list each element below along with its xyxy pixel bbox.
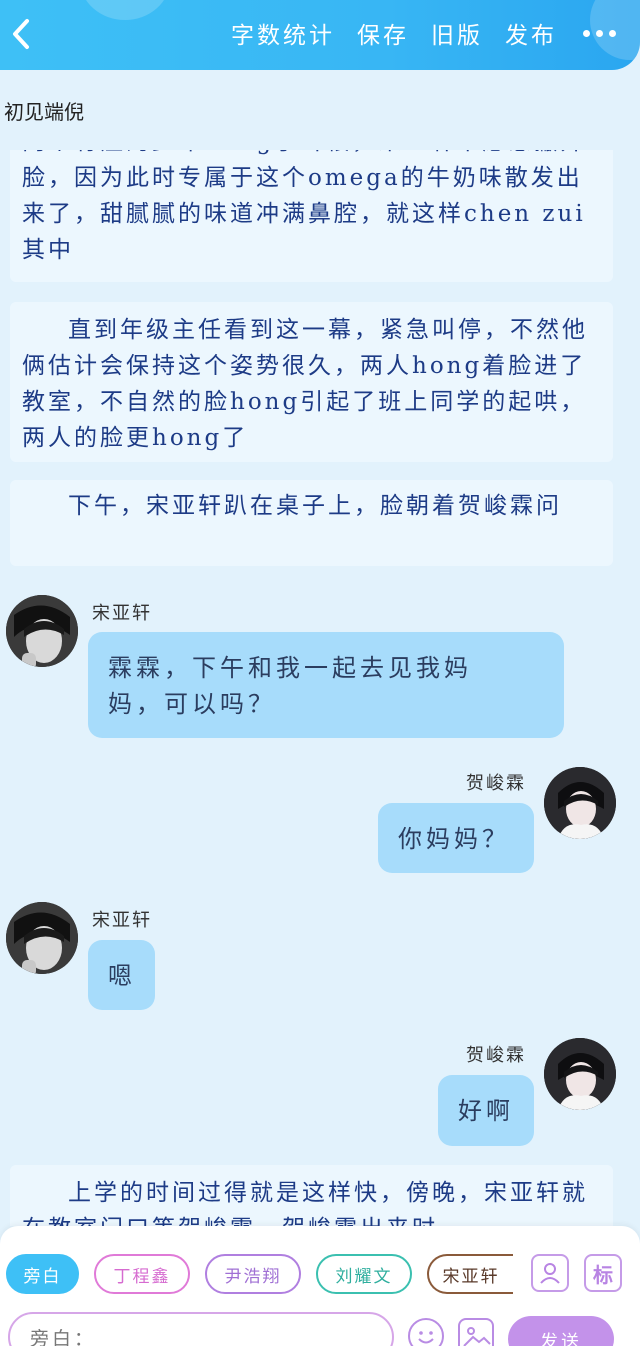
- character-manage-button[interactable]: [531, 1254, 569, 1292]
- avatar-image: [544, 1038, 616, 1110]
- header-actions: 字数统计 保存 旧版 发布: [209, 16, 616, 50]
- narration-text: 下午，宋亚轩趴在桌子上，脸朝着贺峻霖问: [68, 493, 562, 519]
- speaker-name: 贺峻霖: [466, 773, 526, 794]
- more-button[interactable]: [583, 29, 616, 37]
- story-content[interactable]: 两个有症的少年hong了耳根，宋亚轩不愿意撇开脸，因为此时专属于这个omega的…: [0, 150, 640, 1226]
- avatar-he-junlin[interactable]: [544, 1038, 616, 1110]
- back-button[interactable]: [4, 14, 38, 54]
- message-bubble[interactable]: 嗯: [88, 940, 155, 1010]
- emoji-icon: [418, 1331, 434, 1344]
- more-dots-icon: [583, 29, 590, 37]
- avatar-image: [6, 902, 78, 974]
- image-icon: [463, 1327, 491, 1346]
- emoji-button[interactable]: [408, 1318, 444, 1346]
- narration-block[interactable]: 下午，宋亚轩趴在桌子上，脸朝着贺峻霖问: [10, 480, 613, 566]
- message-input[interactable]: 旁白：: [8, 1312, 394, 1346]
- word-count-button[interactable]: 字数统计: [231, 16, 335, 50]
- speaker-name: 贺峻霖: [466, 1045, 526, 1066]
- narration-block[interactable]: 两个有症的少年hong了耳根，宋亚轩不愿意撇开脸，因为此时专属于这个omega的…: [10, 150, 613, 282]
- avatar-he-junlin[interactable]: [544, 767, 616, 839]
- publish-button[interactable]: 发布: [505, 16, 557, 50]
- top-bar: 字数统计 保存 旧版 发布: [0, 0, 640, 70]
- narration-text: 上学的时间过得就是这样快，傍晚，宋亚轩就在教室门口等贺峻霖，贺峻霖出来时: [22, 1180, 588, 1226]
- narration-block[interactable]: 直到年级主任看到这一幕，紧急叫停，不然他俩估计会保持这个姿势很久，两人hong着…: [10, 302, 613, 462]
- speaker-name: 宋亚轩: [92, 603, 152, 624]
- message-bubble[interactable]: 你妈妈？: [378, 803, 534, 873]
- tag-button[interactable]: 标: [584, 1254, 622, 1292]
- image-button[interactable]: [458, 1318, 494, 1346]
- role-chip[interactable]: 宋亚轩: [427, 1254, 513, 1294]
- character-icon: [540, 1263, 560, 1284]
- old-version-button[interactable]: 旧版: [431, 16, 483, 50]
- header-decoration: [80, 0, 170, 20]
- speaker-name: 宋亚轩: [92, 910, 152, 931]
- role-chip[interactable]: 丁程鑫: [94, 1254, 190, 1294]
- avatar-image: [544, 767, 616, 839]
- role-chip-narrator[interactable]: 旁白: [6, 1254, 79, 1294]
- message-bubble[interactable]: 霖霖，下午和我一起去见我妈妈，可以吗？: [88, 632, 564, 738]
- narration-text: 直到年级主任看到这一幕，紧急叫停，不然他俩估计会保持这个姿势很久，两人hong着…: [22, 317, 588, 451]
- role-chip[interactable]: 尹浩翔: [205, 1254, 301, 1294]
- avatar-song-yaxuan[interactable]: [6, 902, 78, 974]
- narration-block[interactable]: 上学的时间过得就是这样快，傍晚，宋亚轩就在教室门口等贺峻霖，贺峻霖出来时: [10, 1165, 613, 1226]
- avatar-song-yaxuan[interactable]: [6, 595, 78, 667]
- chapter-title: 初见端倪: [4, 100, 84, 124]
- editor-toolbar: 旁白 丁程鑫 尹浩翔 刘耀文 宋亚轩 标 旁白： 发送: [0, 1226, 640, 1346]
- back-arrow-icon: [13, 19, 29, 49]
- avatar-image: [6, 595, 78, 667]
- narration-text: 两个有症的少年hong了耳根，宋亚轩不愿意撇开脸，因为此时专属于这个omega的…: [22, 150, 586, 263]
- role-chip[interactable]: 刘耀文: [316, 1254, 412, 1294]
- send-button[interactable]: 发送: [508, 1316, 614, 1346]
- message-bubble[interactable]: 好啊: [438, 1075, 534, 1146]
- save-button[interactable]: 保存: [357, 16, 409, 50]
